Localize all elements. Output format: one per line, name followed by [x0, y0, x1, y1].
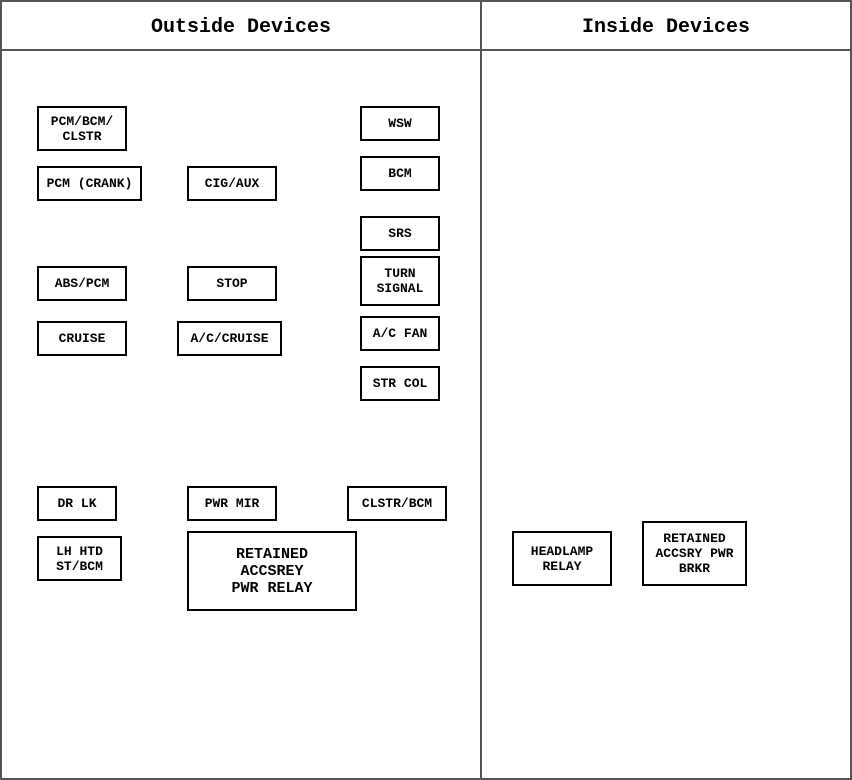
abs-pcm: ABS/PCM	[37, 266, 127, 301]
lh-htd: LH HTD ST/BCM	[37, 536, 122, 581]
retained-accsry-pwr: RETAINED ACCSRY PWR BRKR	[642, 521, 747, 586]
retained-accsrey: RETAINED ACCSREY PWR RELAY	[187, 531, 357, 611]
pcm-bcm-clstr: PCM/BCM/ CLSTR	[37, 106, 127, 151]
cruise: CRUISE	[37, 321, 127, 356]
dr-lk: DR LK	[37, 486, 117, 521]
cig-aux: CIG/AUX	[187, 166, 277, 201]
stop: STOP	[187, 266, 277, 301]
outside-section: PCM/BCM/ CLSTR PCM (CRANK) CIG/AUX WSW BCM SR…	[2, 51, 482, 778]
headlamp-relay: HEADLAMP RELAY	[512, 531, 612, 586]
inside-header: Inside Devices	[482, 2, 850, 49]
main-container: Outside Devices Inside Devices PCM/BCM/ …	[0, 0, 852, 780]
pcm-crank: PCM (CRANK)	[37, 166, 142, 201]
bcm: BCM	[360, 156, 440, 191]
outside-header: Outside Devices	[2, 2, 482, 49]
ac-fan: A/C FAN	[360, 316, 440, 351]
content-area: PCM/BCM/ CLSTR PCM (CRANK) CIG/AUX WSW BCM SR…	[2, 51, 850, 778]
section-headers: Outside Devices Inside Devices	[2, 2, 850, 51]
turn-signal: TURN SIGNAL	[360, 256, 440, 306]
str-col: STR COL	[360, 366, 440, 401]
srs: SRS	[360, 216, 440, 251]
ac-cruise: A/C/CRUISE	[177, 321, 282, 356]
wsw: WSW	[360, 106, 440, 141]
inside-section: HEADLAMP RELAY RETAINED ACCSRY PWR BRKR	[482, 51, 850, 778]
clstr-bcm: CLSTR/BCM	[347, 486, 447, 521]
pwr-mir: PWR MIR	[187, 486, 277, 521]
